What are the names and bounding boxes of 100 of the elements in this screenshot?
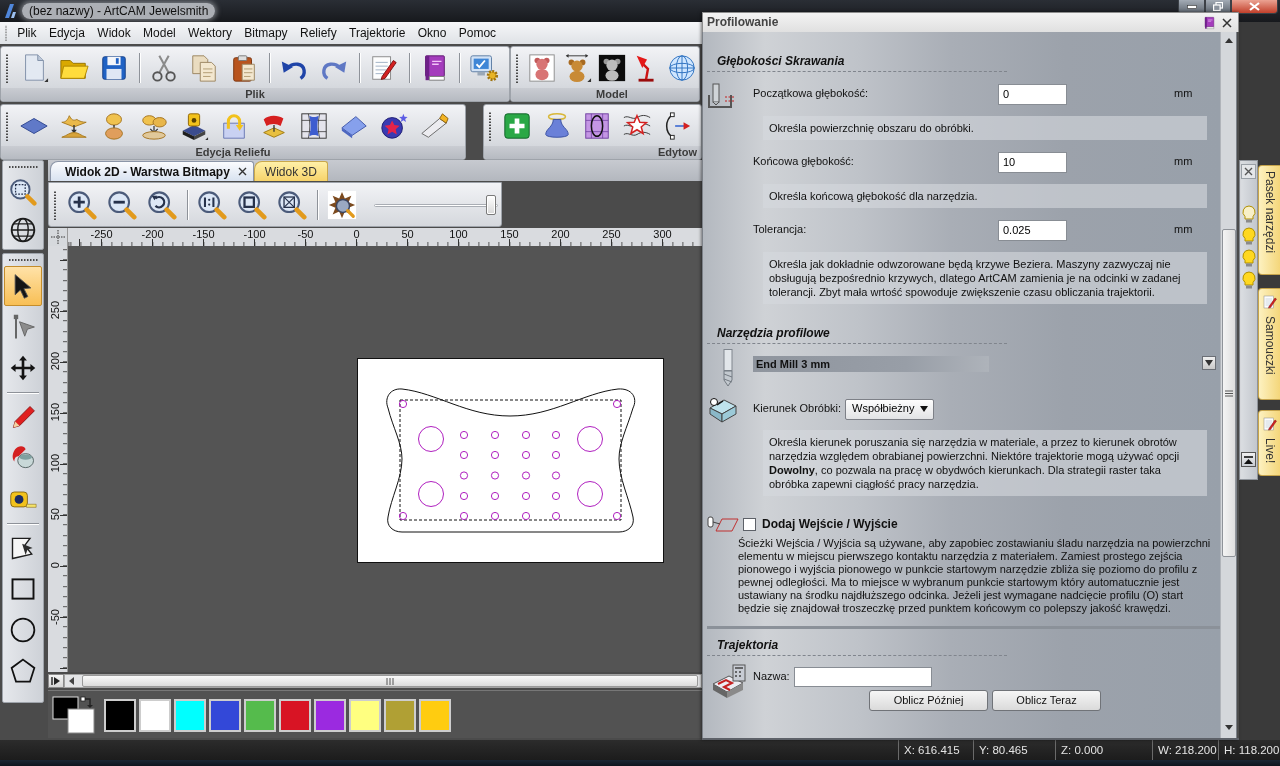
- color-swatch[interactable]: [209, 699, 241, 732]
- field-label: Kierunek Obróbki:: [753, 402, 842, 416]
- toolpath-calculator-icon: [711, 664, 747, 700]
- grip-icon[interactable]: [8, 258, 38, 262]
- toolbar-group-label: Edycja Reliefu: [195, 146, 271, 159]
- move-arrows-icon: [9, 354, 37, 382]
- menu-item[interactable]: Model: [136, 23, 182, 43]
- side-tab[interactable]: Live!: [1258, 410, 1280, 476]
- scrollbar-thumb[interactable]: [82, 675, 698, 687]
- side-tab[interactable]: Samouczki: [1258, 288, 1280, 400]
- zoom-slider[interactable]: [374, 193, 498, 216]
- menu-item[interactable]: Edycja: [42, 23, 92, 43]
- close-button[interactable]: [1241, 164, 1256, 179]
- number-input[interactable]: 10: [998, 151, 1067, 173]
- scroll-left-icon[interactable]: [69, 677, 74, 685]
- color-swatch[interactable]: [314, 699, 346, 732]
- zoom-out-icon[interactable]: [107, 189, 137, 220]
- book-icon[interactable]: [1202, 15, 1216, 30]
- color-swatch[interactable]: [174, 699, 206, 732]
- zoom-box-icon[interactable]: [237, 189, 267, 220]
- menu-item[interactable]: Okno: [411, 23, 453, 43]
- calculate-button[interactable]: Oblicz Teraz: [992, 690, 1101, 711]
- menu-item[interactable]: Bitmapy: [238, 23, 294, 43]
- foreground-background-swatch-icon[interactable]: [52, 696, 96, 734]
- slider-thumb[interactable]: [486, 194, 496, 215]
- tool-dropdown-button[interactable]: [1202, 356, 1216, 370]
- color-swatch[interactable]: [244, 699, 276, 732]
- checkbox[interactable]: [743, 517, 756, 531]
- zoom-actual-size-icon[interactable]: [197, 189, 227, 220]
- menu-item[interactable]: Plik: [11, 23, 43, 43]
- number-input[interactable]: 0: [998, 83, 1067, 105]
- ruler-label: 0: [353, 228, 360, 240]
- color-swatch[interactable]: [104, 699, 136, 732]
- teddy-bear-grayscale-icon[interactable]: [596, 52, 627, 83]
- grip-icon[interactable]: [5, 52, 9, 83]
- description-note: Określa jak dokładnie odwzorowane będą krzywe Beziera. Maszyny zazwyczaj nie obsługują bezpośrednio krzywych, dlatego ArtCAM zamienia je na odcinki w zadanej tolerancji. Zbyt mała wrtość spowoduje zwiększenie czasu obliczania trajektorii.: [763, 252, 1207, 304]
- menu-item[interactable]: Reliefy: [293, 23, 343, 43]
- caret-icon: [1205, 360, 1213, 366]
- ruler-label: 50: [401, 228, 414, 240]
- zoom-previous-icon[interactable]: [147, 189, 177, 220]
- scroll-up-icon[interactable]: [1224, 38, 1233, 43]
- ruler-toggle-button[interactable]: [48, 674, 64, 688]
- scroll-down-icon[interactable]: [1224, 725, 1233, 730]
- number-input[interactable]: 0.025: [998, 219, 1067, 241]
- view-tab[interactable]: Widok 2D - Warstwa Bitmapy: [50, 161, 254, 181]
- direction-dropdown[interactable]: Współbieżny: [845, 398, 935, 420]
- close-icon[interactable]: [237, 167, 247, 176]
- close-window-button[interactable]: [1231, 0, 1278, 14]
- blade-icon[interactable]: [419, 110, 449, 141]
- calculate-button[interactable]: Oblicz Później: [869, 690, 988, 711]
- hole-circle: [551, 471, 561, 480]
- plus-icon[interactable]: [502, 110, 532, 141]
- ruler-label: 250: [602, 228, 621, 240]
- tool-name-bar[interactable]: End Mill 3 mm: [753, 356, 989, 372]
- cut-direction-icon: [707, 397, 739, 423]
- grip-icon[interactable]: [8, 165, 38, 169]
- menu-item[interactable]: Widok: [91, 23, 137, 43]
- pentagon-icon: [9, 657, 37, 685]
- hole-circle: [551, 491, 561, 501]
- menu-item[interactable]: Trajektorie: [342, 23, 412, 43]
- grip-icon[interactable]: [53, 189, 57, 220]
- side-tab[interactable]: Pasek narzędzi: [1258, 165, 1280, 275]
- view-tab[interactable]: Widok 3D: [253, 161, 328, 181]
- panel-title: Profilowanie: [707, 15, 779, 30]
- light-bulb-icon[interactable]: [1241, 205, 1256, 223]
- wireframe-sphere-icon[interactable]: [666, 52, 697, 83]
- zoom-fit-icon[interactable]: [277, 189, 307, 220]
- name-input[interactable]: [793, 667, 932, 687]
- ruler-label: 100: [49, 454, 61, 473]
- warp-grid-icon[interactable]: [299, 110, 329, 141]
- color-swatch[interactable]: [139, 699, 171, 732]
- notepad-pencil-icon: [1261, 416, 1278, 432]
- hole-circle: [490, 511, 500, 521]
- zoom-in-icon[interactable]: [67, 189, 97, 220]
- color-swatch[interactable]: [279, 699, 311, 732]
- teddy-bear-frame-icon[interactable]: [526, 52, 557, 83]
- hole-circle: [490, 491, 500, 501]
- menu-item[interactable]: Wektory: [181, 23, 239, 43]
- color-swatch[interactable]: [384, 699, 416, 732]
- grip-icon[interactable]: [488, 110, 492, 141]
- field-label: Tolerancja:: [753, 223, 807, 237]
- close-icon[interactable]: [1222, 17, 1232, 28]
- hole-circle: [551, 511, 561, 521]
- tool-button[interactable]: [4, 266, 42, 306]
- color-swatch[interactable]: [349, 699, 381, 732]
- crosshair-icon[interactable]: [50, 230, 65, 244]
- color-swatch[interactable]: [419, 699, 451, 732]
- ruler-label: -150: [192, 228, 215, 240]
- bitmap-star-icon[interactable]: [327, 189, 357, 220]
- minimize-icon: [1186, 4, 1197, 9]
- grip-icon[interactable]: [5, 110, 9, 141]
- grip-icon[interactable]: [515, 52, 519, 83]
- grip-icon[interactable]: [4, 25, 8, 41]
- vase-shape-icon[interactable]: [542, 110, 572, 141]
- monitor-gear-icon[interactable]: [469, 52, 499, 83]
- scrollbar-thumb[interactable]: [1221, 229, 1236, 557]
- field-label: Nazwa:: [753, 670, 790, 684]
- oval-grid-icon[interactable]: [582, 110, 612, 141]
- menu-item[interactable]: Pomoc: [452, 23, 503, 43]
- collapse-button[interactable]: [1241, 452, 1256, 467]
